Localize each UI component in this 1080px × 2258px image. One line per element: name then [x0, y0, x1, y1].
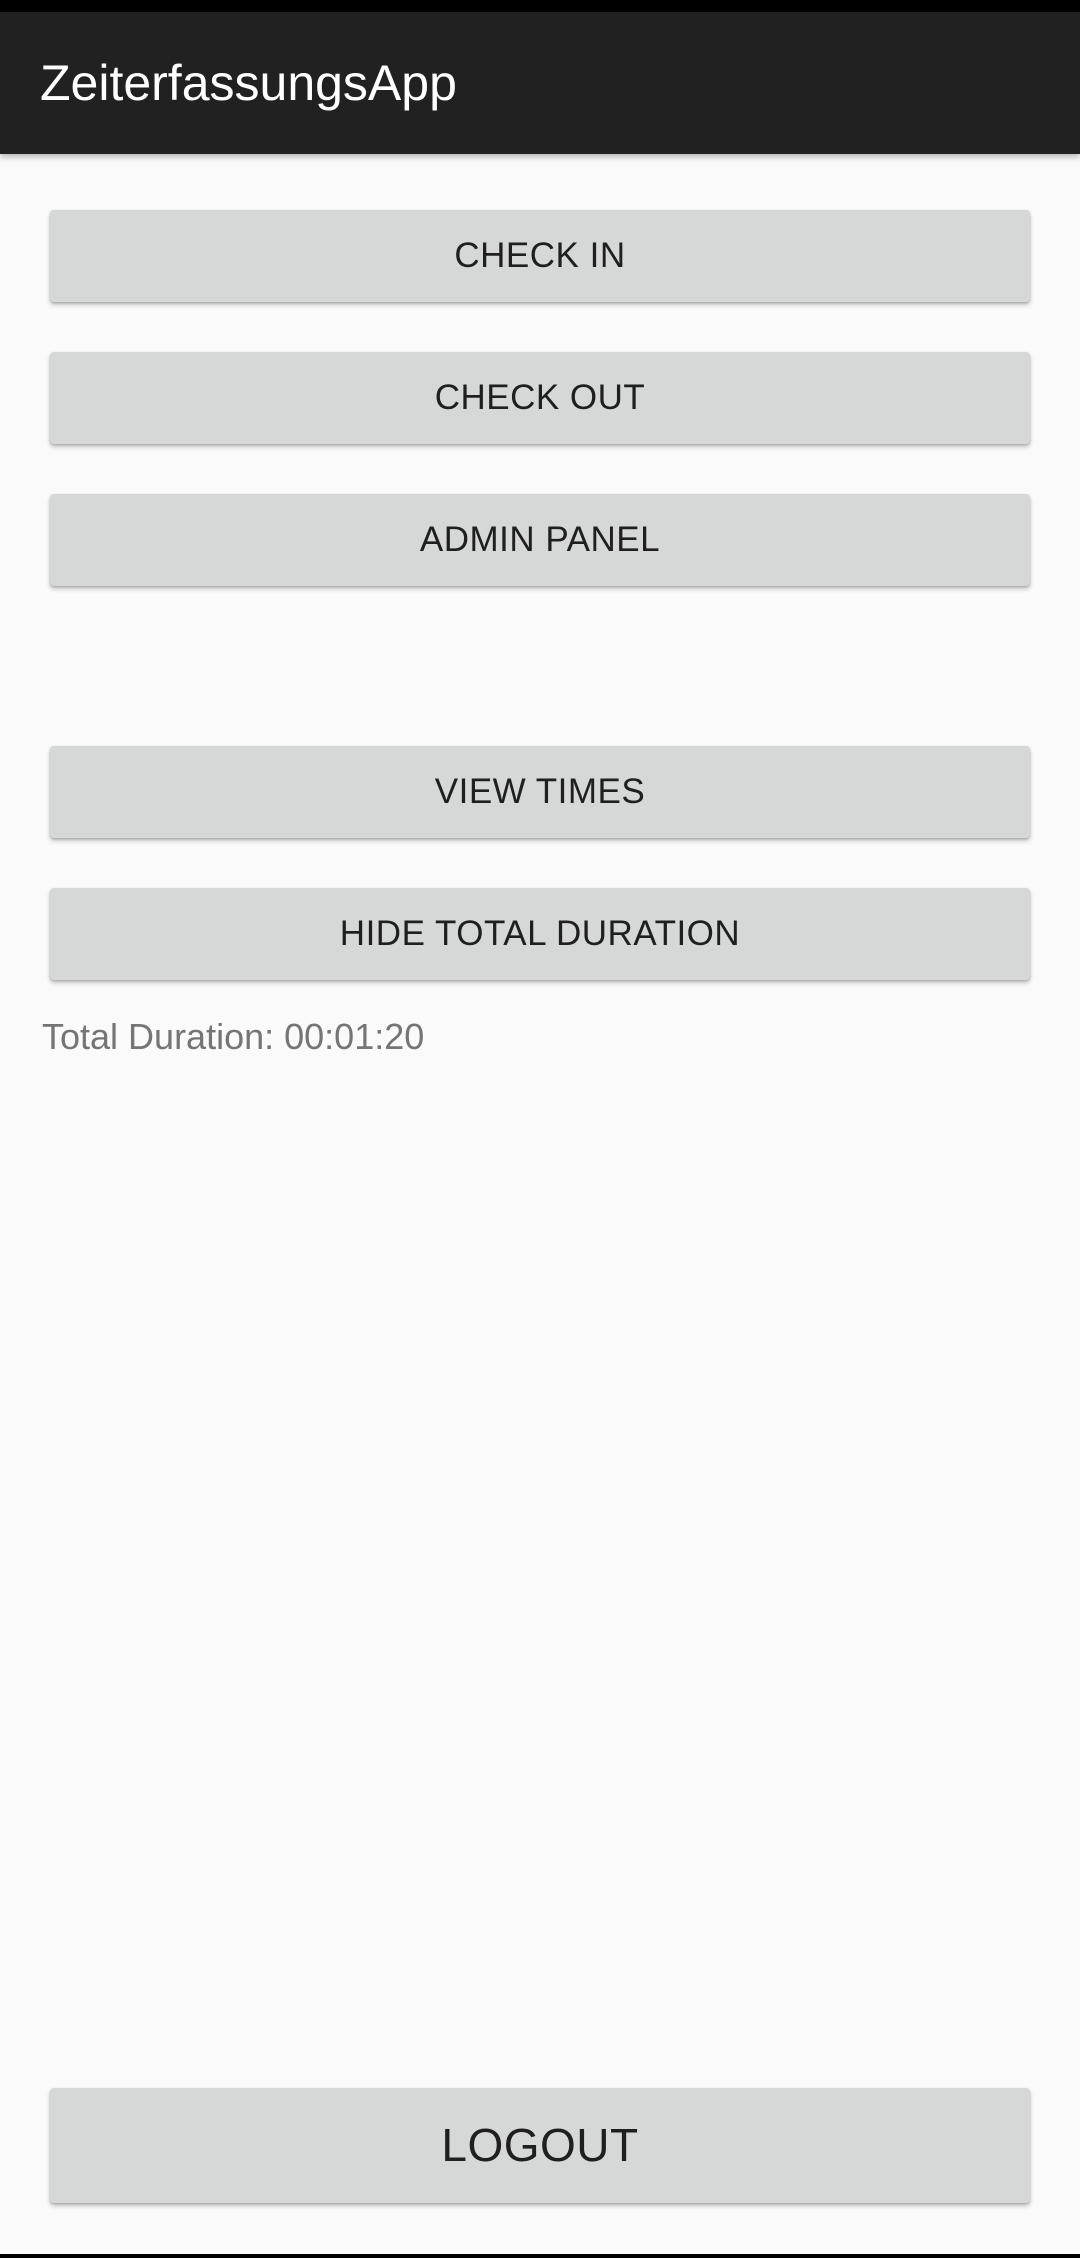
view-times-button[interactable]: VIEW TIMES [50, 746, 1030, 838]
total-duration-text: Total Duration: 00:01:20 [42, 1016, 425, 1057]
hide-total-duration-button[interactable]: HIDE TOTAL DURATION [50, 888, 1030, 980]
logout-button[interactable]: LOGOUT [50, 2088, 1030, 2203]
check-in-button[interactable]: CHECK IN [50, 210, 1030, 302]
app-title: ZeiterfassungsApp [40, 55, 457, 111]
navigation-bar-edge [0, 2254, 1080, 2258]
check-out-button[interactable]: CHECK OUT [50, 352, 1030, 444]
admin-panel-button[interactable]: ADMIN PANEL [50, 494, 1030, 586]
status-bar [0, 0, 1080, 12]
app-bar: ZeiterfassungsApp [0, 12, 1080, 154]
